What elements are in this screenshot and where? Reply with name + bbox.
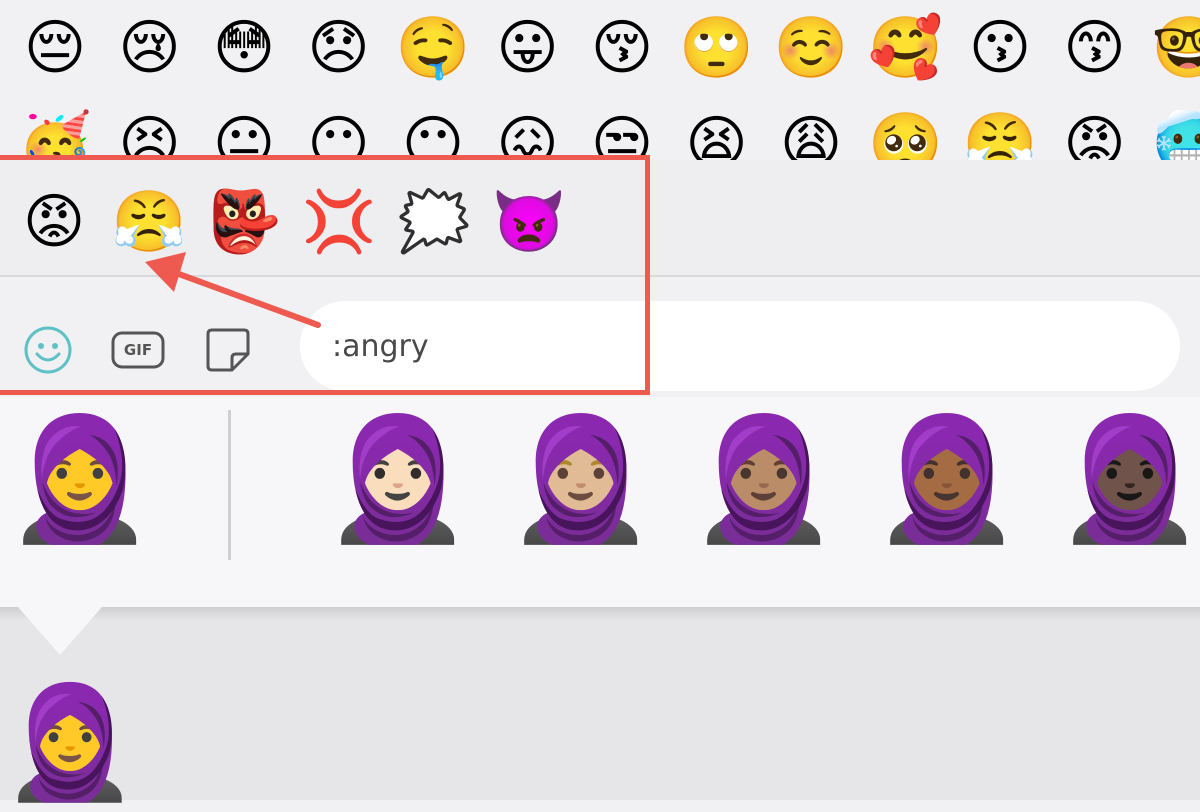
- skin-tone-variant[interactable]: 🧕🏿: [1055, 400, 1200, 560]
- suggestion-emoji[interactable]: 👿: [489, 186, 569, 258]
- emoji-grid-item[interactable]: 😢: [110, 12, 190, 84]
- gif-label: GIF: [123, 341, 153, 359]
- suggestion-emoji[interactable]: 💢: [299, 186, 379, 258]
- emoji-grid-item[interactable]: 😖: [488, 108, 568, 160]
- emoji-grid-item[interactable]: 🥰: [866, 12, 946, 84]
- emoji-grid-item[interactable]: 🥺: [866, 108, 946, 160]
- emoji-grid-row-2: 🥳 😣 😐 😶 😶 😖 😒 😫 😩 🥺 😤 😡 🥶: [0, 108, 1200, 160]
- emoji-grid-item[interactable]: 🙄: [677, 12, 757, 84]
- emoji-grid-item[interactable]: 😫: [677, 108, 757, 160]
- skin-tone-divider: [228, 410, 231, 560]
- person-headscarf-emoji: 🧕🏽: [689, 410, 839, 549]
- emoji-grid-item[interactable]: 😤: [960, 108, 1040, 160]
- person-headscarf-emoji: 🧕🏿: [1055, 410, 1200, 549]
- emoji-grid-item[interactable]: 😡: [1055, 108, 1135, 160]
- emoji-grid-item[interactable]: 😛: [488, 12, 568, 84]
- preview-area: [0, 607, 1200, 800]
- skin-tone-variant[interactable]: 🧕🏼: [506, 400, 656, 560]
- popup-shadow: [0, 607, 1200, 621]
- emoji-grid-item[interactable]: 😚: [582, 12, 662, 84]
- skin-tone-variant[interactable]: 🧕🏽: [689, 400, 839, 560]
- suggestion-emoji[interactable]: 😤: [109, 186, 189, 258]
- message-input[interactable]: [300, 301, 1180, 391]
- suggestion-emoji[interactable]: 👺: [204, 186, 284, 258]
- emoji-grid-item[interactable]: 🥶: [1149, 108, 1200, 160]
- emoji-grid: 😔 😢 😳 😞 🤤 😛 😚 🙄 ☺️ 🥰 😗 😙 🤓 🥳 😣 😐 😶 😶 😖 😒 😫 😩 🥺 😤 😡 🥶: [0, 0, 1200, 160]
- preview-emoji[interactable]: 🧕: [0, 672, 140, 812]
- sticker-button[interactable]: [200, 322, 256, 378]
- emoji-grid-item[interactable]: 😐: [204, 108, 284, 160]
- emoji-grid-item[interactable]: 😶: [393, 108, 473, 160]
- emoji-grid-item[interactable]: 😗: [960, 12, 1040, 84]
- emoji-grid-item[interactable]: 🥳: [15, 108, 95, 160]
- emoji-grid-item[interactable]: 😶: [299, 108, 379, 160]
- emoji-grid-row-1: 😔 😢 😳 😞 🤤 😛 😚 🙄 ☺️ 🥰 😗 😙 🤓: [0, 12, 1200, 92]
- emoji-grid-item[interactable]: 😞: [299, 12, 379, 84]
- emoji-grid-item[interactable]: 😳: [204, 12, 284, 84]
- emoji-grid-item[interactable]: 🤤: [393, 12, 473, 84]
- person-headscarf-emoji: 🧕🏾: [872, 410, 1022, 549]
- skin-tone-variant[interactable]: 🧕🏾: [872, 400, 1022, 560]
- emoji-button[interactable]: [20, 322, 76, 378]
- emoji-grid-item[interactable]: 😙: [1055, 12, 1135, 84]
- sticker-icon: [206, 328, 250, 372]
- emoji-grid-item[interactable]: 😔: [15, 12, 95, 84]
- smiley-icon: [24, 326, 72, 374]
- skin-tone-variant[interactable]: 🧕🏻: [323, 400, 473, 560]
- person-headscarf-emoji: 🧕🏼: [506, 410, 656, 549]
- person-headscarf-emoji: 🧕🏻: [323, 410, 473, 549]
- emoji-grid-item[interactable]: 🤓: [1149, 12, 1200, 84]
- suggestion-emoji[interactable]: 🗯️: [394, 186, 474, 258]
- person-headscarf-emoji: 🧕: [5, 410, 155, 549]
- emoji-grid-item[interactable]: ☺️: [771, 12, 851, 84]
- emoji-grid-item[interactable]: 😣: [110, 108, 190, 160]
- popup-pointer: [18, 607, 102, 655]
- emoji-grid-item[interactable]: 😩: [771, 108, 851, 160]
- skin-tone-default[interactable]: 🧕: [5, 400, 155, 560]
- gif-button[interactable]: GIF: [110, 322, 166, 378]
- suggestion-emoji[interactable]: 😡: [14, 186, 94, 258]
- emoji-grid-item[interactable]: 😒: [582, 108, 662, 160]
